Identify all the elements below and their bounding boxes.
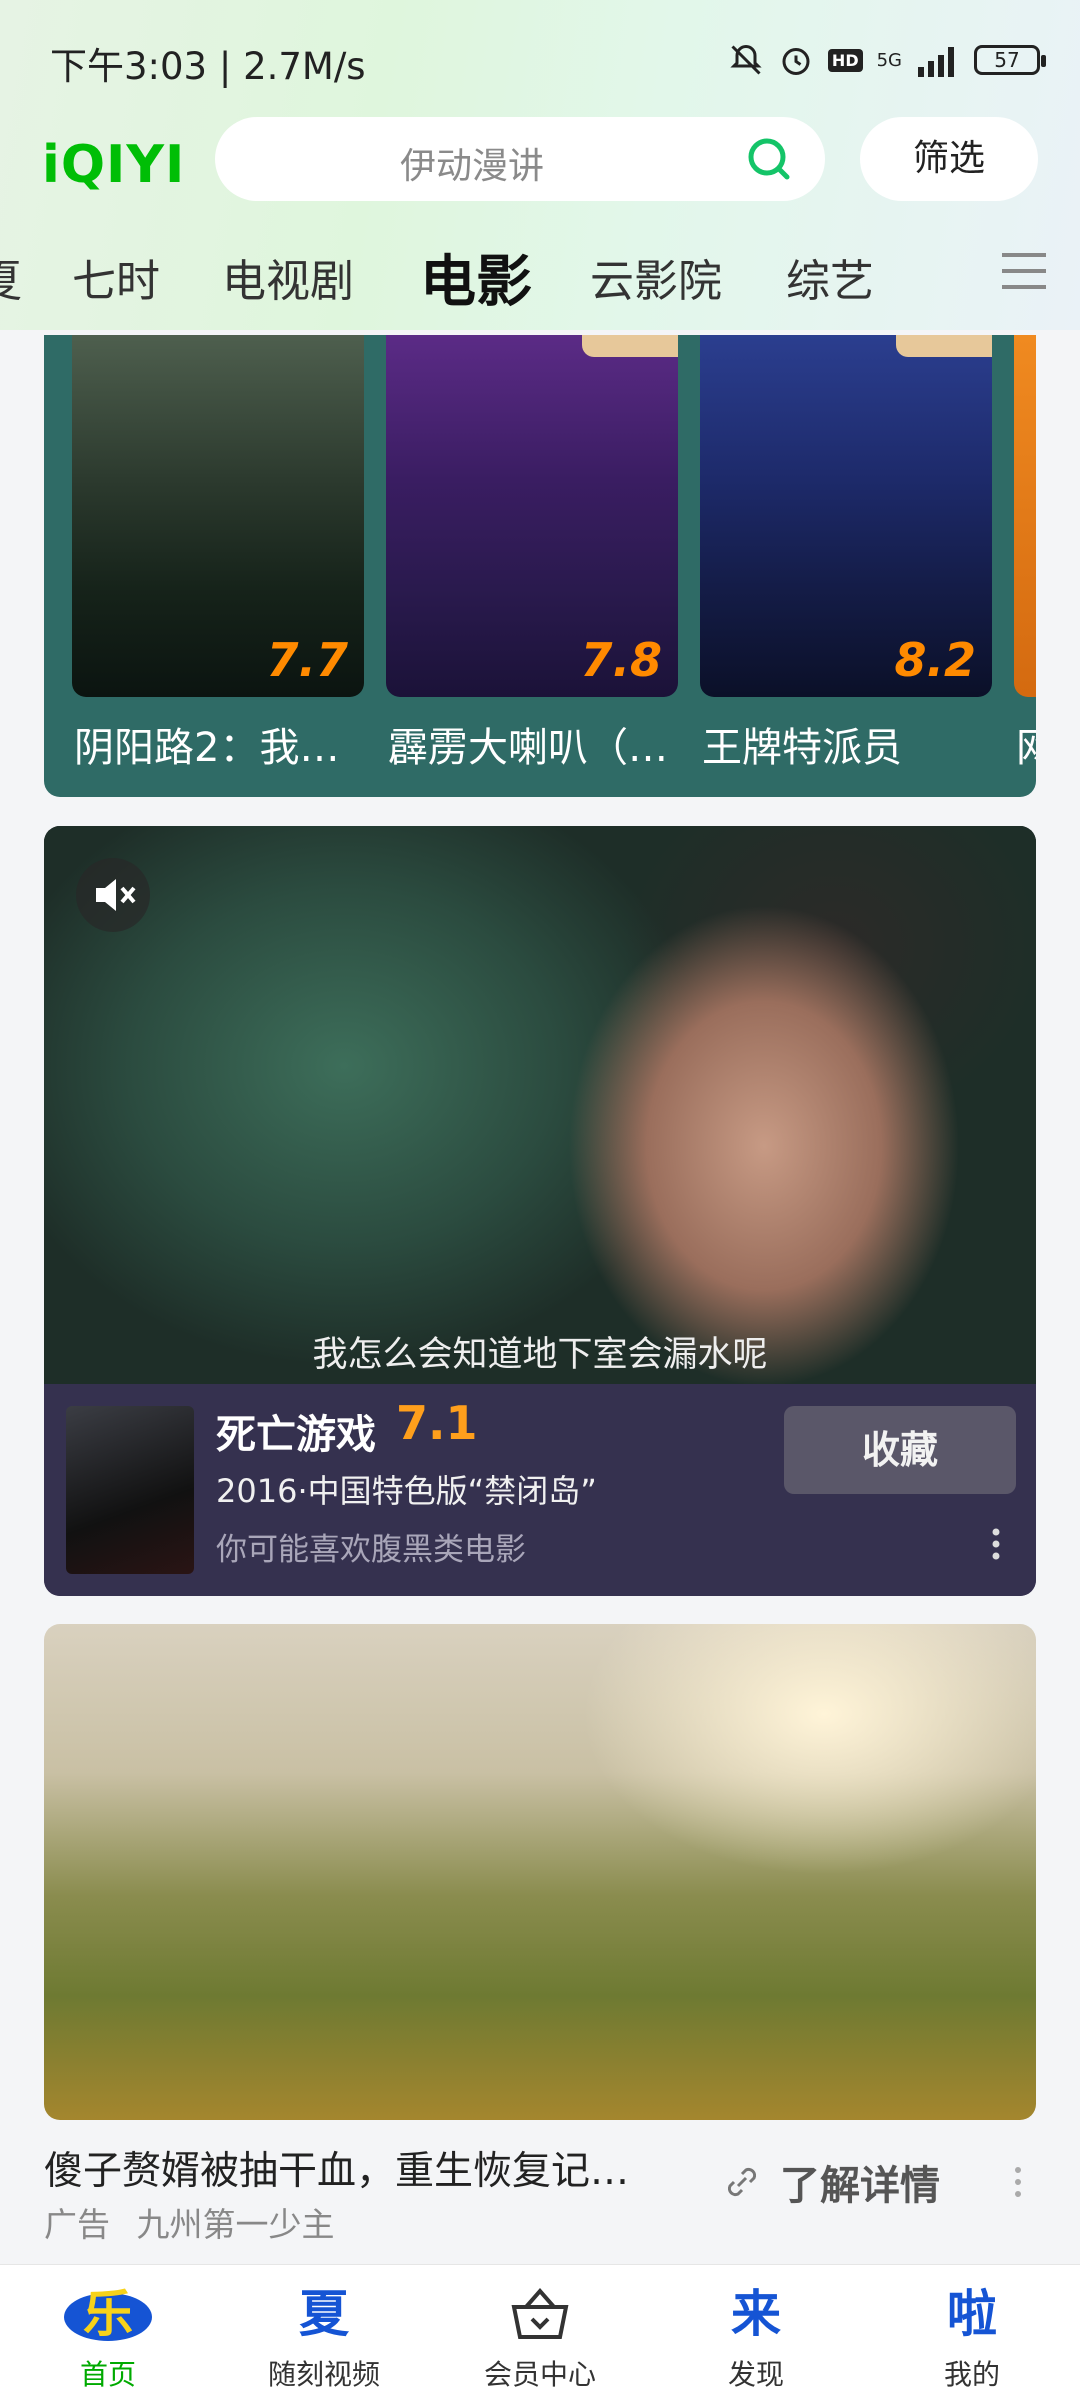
tab-cloud-cinema[interactable]: 云影院 — [590, 245, 722, 309]
ad-title[interactable]: 傻子赘婿被抽干血，重生恢复记… — [44, 2140, 629, 2196]
mute-button[interactable] — [76, 858, 150, 932]
movie-title[interactable]: 网 — [1016, 715, 1036, 773]
movie-score: 7.8 — [580, 633, 663, 687]
status-time: 下午3:03 | 2.7M/s — [50, 45, 366, 88]
nav-short-video[interactable]: 夏 随刻视频 — [216, 2265, 432, 2400]
recommend-reason: 你可能喜欢腹黑类电影 — [216, 1532, 526, 1568]
movie-info-panel[interactable]: 死亡游戏 7.1 2016·中国特色版“禁闭岛” 你可能喜欢腹黑类电影 收藏 — [44, 1384, 1036, 1596]
vip-badge — [582, 335, 678, 357]
crown-basket-icon — [511, 2287, 569, 2339]
category-tabs: 夏 七时 电视剧 电影 云影院 综艺 — [0, 235, 1080, 315]
movie-title[interactable]: 王牌特派员 — [702, 715, 994, 773]
ad-label-row: 广告 九州第一少主 — [44, 2198, 335, 2246]
vip-badge — [896, 335, 992, 357]
tab-tv-series[interactable]: 电视剧 — [222, 245, 354, 309]
ad-source: 九州第一少主 — [136, 2205, 335, 2244]
movie-score: 8.2 — [894, 633, 977, 687]
status-bar: 下午3:03 | 2.7M/s HD 5G 57 — [0, 0, 1080, 120]
nav-label: 我的 — [943, 2358, 1000, 2391]
link-icon — [727, 2167, 757, 2197]
top-header: iQIYI 伊动漫讲 筛选 — [0, 115, 1080, 205]
ad-image[interactable] — [44, 1624, 1036, 2120]
learn-more-button[interactable]: 了解详情 — [720, 2154, 940, 2210]
video-player[interactable]: 我怎么会知道地下室会漏水呢 — [44, 826, 1036, 1384]
nav-vip-center[interactable]: 会员中心 — [432, 2265, 648, 2400]
nav-discover[interactable]: 来 发现 — [648, 2265, 864, 2400]
discover-icon: 来 — [731, 2285, 781, 2343]
filter-button[interactable]: 筛选 — [860, 117, 1038, 201]
nav-label: 会员中心 — [483, 2358, 596, 2391]
movie-row-card: 7.7 阴阳路2：我… 7.8 霹雳大喇叭（… 8.2 王牌特派员 网 — [44, 335, 1036, 797]
movie-title[interactable]: 死亡游戏 — [216, 1402, 376, 1460]
movie-score: 7.7 — [266, 633, 349, 687]
more-options-icon[interactable] — [1010, 2162, 1026, 2202]
featured-video-card: 我怎么会知道地下室会漏水呢 死亡游戏 7.1 2016·中国特色版“禁闭岛” 你… — [44, 826, 1036, 1596]
ad-tag: 广告 — [44, 2205, 110, 2244]
alarm-icon — [782, 48, 810, 75]
nav-home[interactable]: 乐 首页 — [0, 2265, 216, 2400]
movie-poster[interactable]: 8.2 — [700, 335, 992, 697]
speaker-muted-icon — [96, 879, 136, 911]
menu-icon[interactable] — [998, 245, 1050, 297]
search-placeholder: 伊动漫讲 — [400, 146, 545, 187]
home-icon: 乐 — [64, 2279, 152, 2349]
movie-title[interactable]: 阴阳路2：我… — [74, 715, 366, 773]
movie-title[interactable]: 霹雳大喇叭（… — [388, 715, 680, 773]
nav-profile[interactable]: 啦 我的 — [864, 2265, 1080, 2400]
profile-icon: 啦 — [947, 2285, 997, 2343]
hd-icon: HD — [827, 48, 863, 72]
search-icon[interactable] — [745, 135, 793, 183]
search-bar[interactable]: 伊动漫讲 — [215, 117, 825, 201]
movie-score: 7.1 — [396, 1396, 478, 1450]
more-options-icon[interactable] — [986, 1524, 1006, 1564]
movie-poster[interactable] — [1014, 335, 1036, 697]
tab-variety[interactable]: 综艺 — [786, 245, 874, 309]
movie-meta: 2016·中国特色版“禁闭岛” — [216, 1472, 597, 1510]
nav-label: 发现 — [727, 2358, 784, 2391]
mute-bell-icon — [730, 44, 762, 75]
iqiyi-logo[interactable]: iQIYI — [42, 135, 185, 195]
learn-more-label: 了解详情 — [780, 2163, 940, 2209]
movie-poster[interactable]: 7.8 — [386, 335, 678, 697]
status-icons: HD 5G 57 — [728, 36, 1046, 84]
bottom-navigation: 乐 首页 夏 随刻视频 会员中心 来 发现 啦 我的 — [0, 2264, 1080, 2400]
tab-movies[interactable]: 电影 — [420, 237, 532, 318]
signal-icon — [918, 47, 954, 77]
nav-label: 首页 — [79, 2358, 136, 2391]
movie-poster[interactable]: 7.7 — [72, 335, 364, 697]
nav-label: 随刻视频 — [267, 2358, 380, 2391]
battery-icon: 57 — [974, 45, 1046, 75]
movie-thumbnail[interactable] — [66, 1406, 194, 1574]
tab-qishi[interactable]: 七时 — [72, 245, 160, 309]
network-label: 5G — [876, 49, 902, 71]
short-video-icon: 夏 — [299, 2285, 349, 2343]
video-subtitle: 我怎么会知道地下室会漏水呢 — [312, 1335, 768, 1375]
collect-button[interactable]: 收藏 — [784, 1406, 1016, 1494]
tab-summer[interactable]: 夏 — [0, 245, 22, 309]
